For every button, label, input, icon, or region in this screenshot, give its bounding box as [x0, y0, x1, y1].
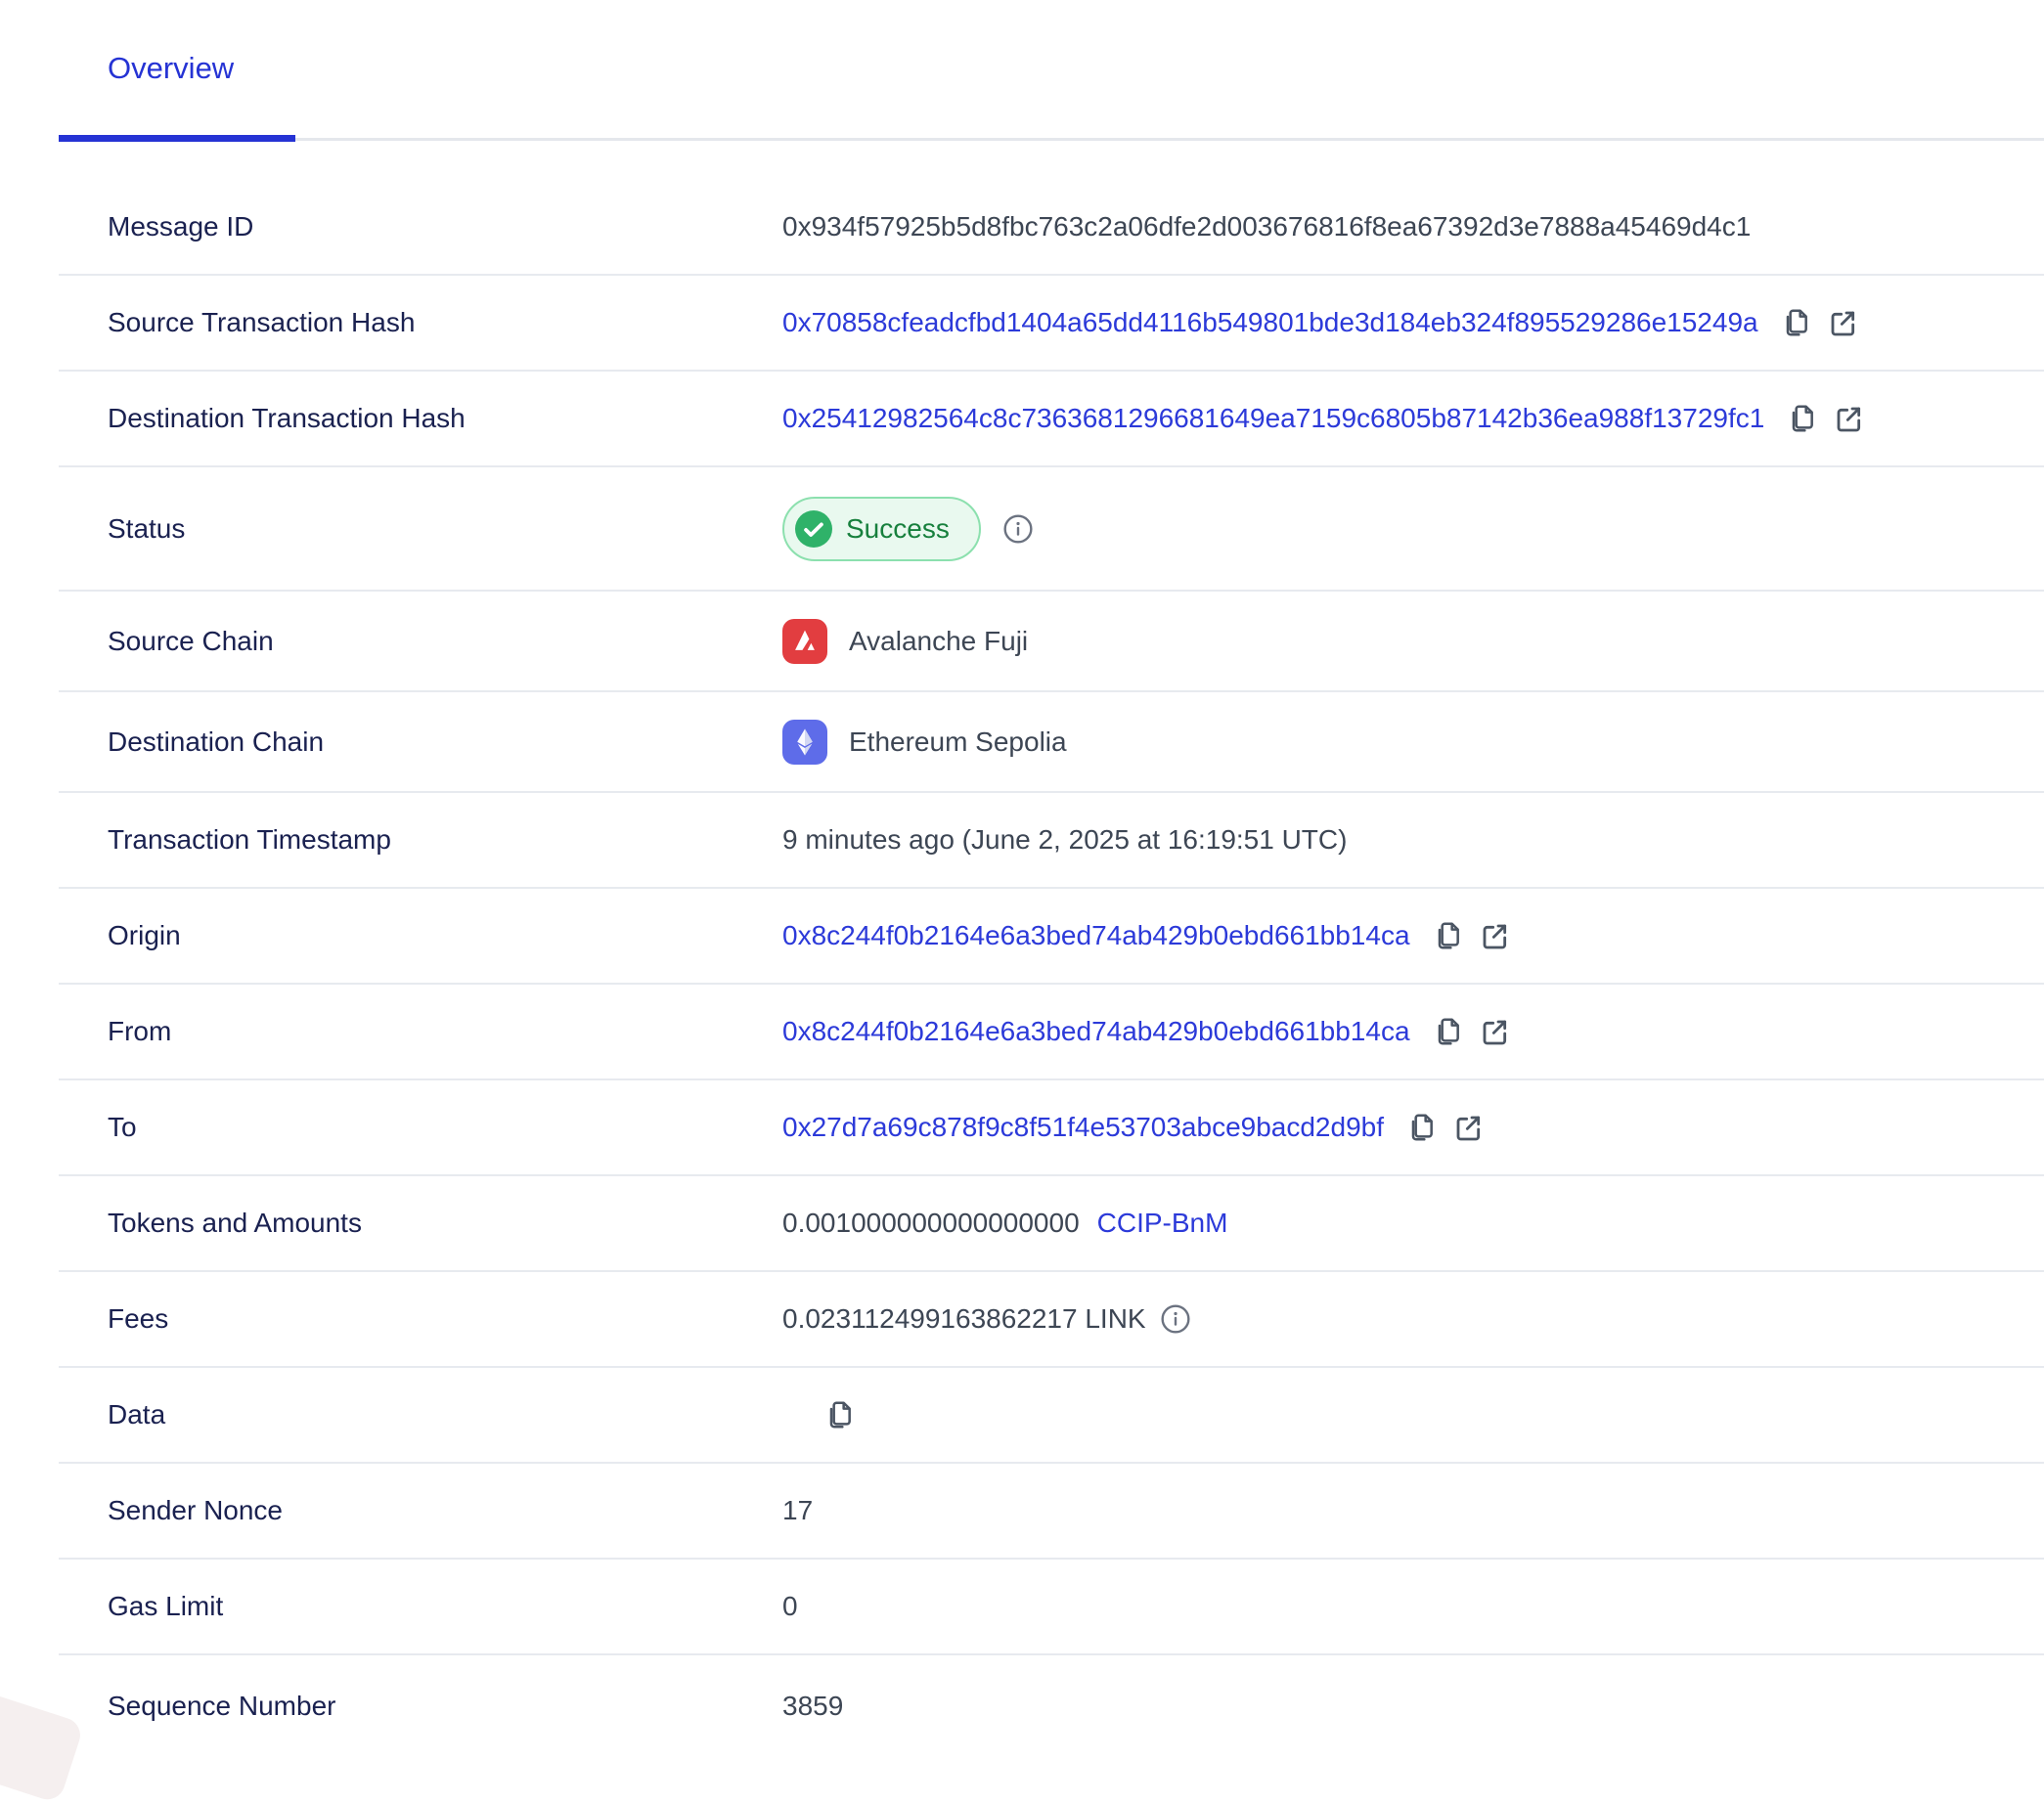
info-icon[interactable]	[1002, 513, 1034, 545]
external-link-icon[interactable]	[1479, 1016, 1510, 1047]
copy-icon[interactable]	[1432, 920, 1463, 951]
message-id-label: Message ID	[108, 211, 782, 242]
table-row-message-id: Message ID 0x934f57925b5d8fbc763c2a06dfe…	[59, 180, 2044, 276]
token-link[interactable]: CCIP-BnM	[1097, 1208, 1228, 1239]
ethereum-icon	[782, 720, 827, 765]
table-row-tokens-and-amounts: Tokens and Amounts 0.001000000000000000 …	[59, 1176, 2044, 1272]
external-link-icon[interactable]	[1479, 920, 1510, 951]
from-address-link[interactable]: 0x8c244f0b2164e6a3bed74ab429b0ebd661bb14…	[782, 1016, 1410, 1047]
check-circle-icon	[795, 510, 832, 548]
origin-label: Origin	[108, 920, 782, 951]
copy-icon[interactable]	[1780, 307, 1811, 338]
message-id-value: 0x934f57925b5d8fbc763c2a06dfe2d003676816…	[782, 211, 1751, 242]
table-row-origin: Origin 0x8c244f0b2164e6a3bed74ab429b0ebd…	[59, 889, 2044, 985]
table-row-gas-limit: Gas Limit 0	[59, 1560, 2044, 1655]
tab-overview[interactable]: Overview	[108, 51, 234, 86]
table-row-from: From 0x8c244f0b2164e6a3bed74ab429b0ebd66…	[59, 985, 2044, 1080]
table-row-transaction-timestamp: Transaction Timestamp 9 minutes ago (Jun…	[59, 793, 2044, 889]
sender-nonce-value: 17	[782, 1495, 813, 1526]
table-row-destination-tx-hash: Destination Transaction Hash 0x254129825…	[59, 372, 2044, 467]
token-amount: 0.001000000000000000	[782, 1208, 1080, 1239]
from-label: From	[108, 1016, 782, 1047]
tab-active-underline	[59, 135, 295, 142]
copy-icon[interactable]	[1432, 1016, 1463, 1047]
sequence-number-value: 3859	[782, 1691, 843, 1722]
transaction-details-table: Message ID 0x934f57925b5d8fbc763c2a06dfe…	[59, 180, 2044, 1757]
sequence-number-label: Sequence Number	[108, 1691, 782, 1722]
status-badge: Success	[782, 497, 981, 561]
external-link-icon[interactable]	[1833, 403, 1864, 434]
table-row-sequence-number: Sequence Number 3859	[59, 1655, 2044, 1757]
table-row-destination-chain: Destination Chain Ethereum Sepolia	[59, 692, 2044, 793]
data-label: Data	[108, 1399, 782, 1430]
avalanche-icon	[782, 619, 827, 664]
tokens-and-amounts-label: Tokens and Amounts	[108, 1208, 782, 1239]
tab-bar: Overview	[59, 0, 2044, 141]
sender-nonce-label: Sender Nonce	[108, 1495, 782, 1526]
to-address-link[interactable]: 0x27d7a69c878f9c8f51f4e53703abce9bacd2d9…	[782, 1112, 1384, 1143]
table-row-source-chain: Source Chain Avalanche Fuji	[59, 592, 2044, 692]
status-label: Status	[108, 513, 782, 545]
to-label: To	[108, 1112, 782, 1143]
fees-value: 0.023112499163862217 LINK	[782, 1303, 1146, 1335]
source-chain-label: Source Chain	[108, 626, 782, 657]
destination-tx-hash-label: Destination Transaction Hash	[108, 403, 782, 434]
source-tx-hash-link[interactable]: 0x70858cfeadcfbd1404a65dd4116b549801bde3…	[782, 307, 1758, 338]
copy-icon[interactable]	[1786, 403, 1817, 434]
external-link-icon[interactable]	[1452, 1112, 1484, 1143]
table-row-fees: Fees 0.023112499163862217 LINK	[59, 1272, 2044, 1368]
external-link-icon[interactable]	[1827, 307, 1858, 338]
transaction-timestamp-label: Transaction Timestamp	[108, 824, 782, 856]
transaction-timestamp-value: 9 minutes ago (June 2, 2025 at 16:19:51 …	[782, 824, 1347, 856]
table-row-data: Data	[59, 1368, 2044, 1464]
fees-label: Fees	[108, 1303, 782, 1335]
info-icon[interactable]	[1160, 1303, 1191, 1335]
destination-chain-label: Destination Chain	[108, 726, 782, 758]
status-badge-text: Success	[846, 513, 950, 545]
table-row-source-tx-hash: Source Transaction Hash 0x70858cfeadcfbd…	[59, 276, 2044, 372]
destination-tx-hash-link[interactable]: 0x25412982564c8c7363681296681649ea7159c6…	[782, 403, 1764, 434]
source-chain-name: Avalanche Fuji	[849, 626, 1028, 657]
copy-icon[interactable]	[1405, 1112, 1437, 1143]
gas-limit-value: 0	[782, 1591, 798, 1622]
copy-icon[interactable]	[823, 1399, 855, 1430]
source-tx-hash-label: Source Transaction Hash	[108, 307, 782, 338]
destination-chain-name: Ethereum Sepolia	[849, 726, 1067, 758]
table-row-sender-nonce: Sender Nonce 17	[59, 1464, 2044, 1560]
table-row-status: Status Success	[59, 467, 2044, 592]
gas-limit-label: Gas Limit	[108, 1591, 782, 1622]
table-row-to: To 0x27d7a69c878f9c8f51f4e53703abce9bacd…	[59, 1080, 2044, 1176]
origin-address-link[interactable]: 0x8c244f0b2164e6a3bed74ab429b0ebd661bb14…	[782, 920, 1410, 951]
